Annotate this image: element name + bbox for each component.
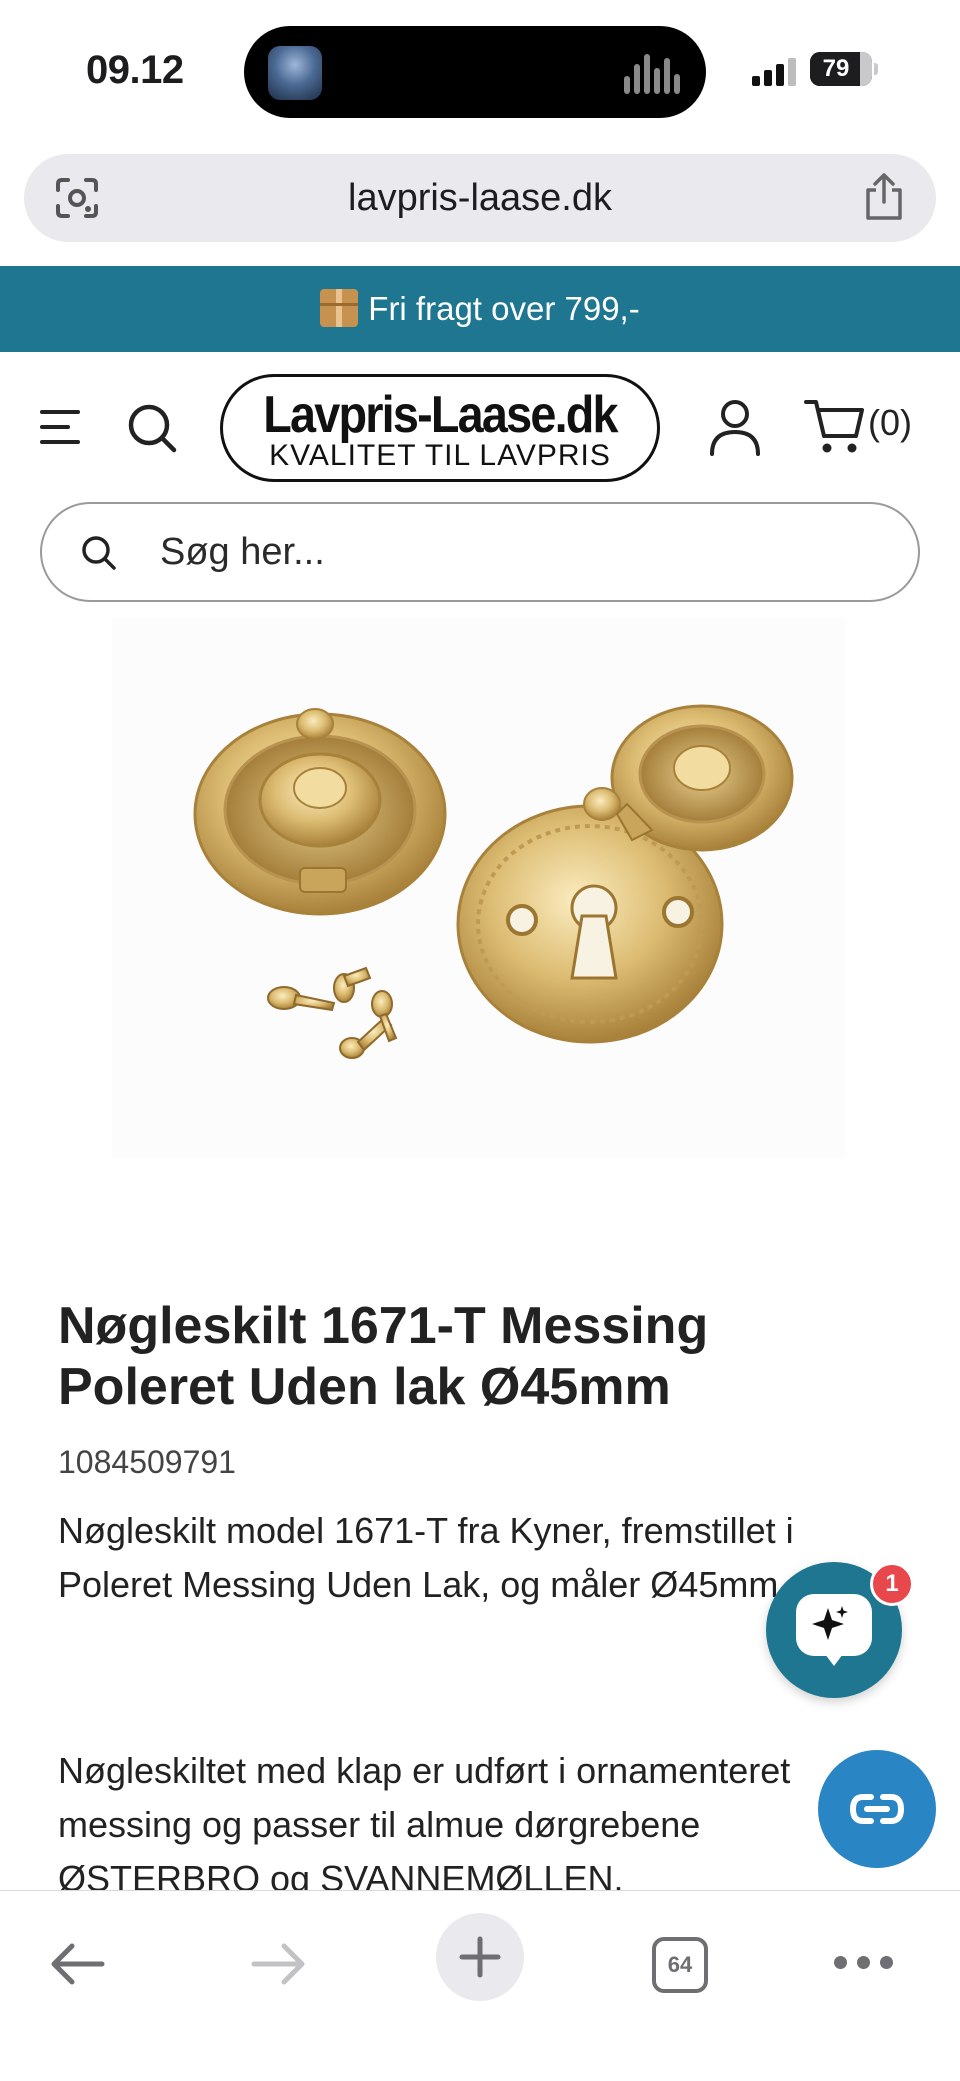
- audio-waveform-icon: [624, 54, 680, 94]
- search-input[interactable]: Søg her...: [40, 502, 920, 602]
- search-placeholder: Søg her...: [160, 531, 325, 573]
- cart-icon[interactable]: [804, 396, 866, 456]
- tabs-icon[interactable]: 64: [652, 1937, 708, 1993]
- promo-banner: Fri fragt over 799,-: [0, 266, 960, 352]
- chat-sparkle-icon: [812, 1606, 848, 1640]
- now-playing-artwork-icon: [268, 46, 322, 100]
- promo-banner-text: Fri fragt over 799,-: [368, 290, 640, 327]
- share-icon[interactable]: [862, 172, 906, 222]
- product-photo: [193, 704, 794, 1059]
- product-description-intro: Nøgleskilt model 1671-T fra Kyner, frems…: [58, 1510, 794, 1605]
- logo-title: Lavpris-Laase.dk: [263, 386, 618, 444]
- product-description-details: Nøgleskiltet med klap er udført i orname…: [58, 1750, 791, 1894]
- new-tab-button[interactable]: [436, 1913, 524, 2001]
- chat-bubble-tail: [822, 1650, 846, 1666]
- account-icon[interactable]: [708, 398, 762, 456]
- status-bar: 09.12 79: [0, 0, 960, 140]
- product-title: Nøgleskilt 1671-T Messing Poleret Uden l…: [58, 1297, 709, 1416]
- forward-arrow-icon[interactable]: [248, 1941, 308, 1987]
- plus-icon: [459, 1936, 501, 1978]
- link-icon: [849, 1794, 905, 1824]
- package-icon: [320, 289, 359, 327]
- product-image[interactable]: [112, 618, 846, 1158]
- back-arrow-icon[interactable]: [48, 1941, 108, 1987]
- more-icon[interactable]: [834, 1953, 894, 1973]
- search-icon[interactable]: [124, 400, 180, 456]
- menu-icon[interactable]: [40, 408, 84, 446]
- chat-notification-badge: 1: [870, 1562, 914, 1606]
- site-header: Lavpris-Laase.dk KVALITET TIL LAVPRIS (0…: [0, 352, 960, 502]
- address-bar[interactable]: lavpris-laase.dk: [24, 154, 936, 242]
- product-sku: 1084509791: [58, 1444, 236, 1480]
- search-field-icon: [82, 536, 116, 570]
- battery-icon: 79: [810, 52, 872, 86]
- status-time: 09.12: [86, 48, 184, 92]
- battery-nub: [874, 63, 878, 75]
- battery-level: 79: [822, 55, 850, 82]
- cart-count[interactable]: (0): [868, 402, 912, 444]
- promo-banner-line: Fri fragt over 799,-: [0, 266, 960, 352]
- url-text[interactable]: lavpris-laase.dk: [24, 154, 936, 242]
- logo-tagline: KVALITET TIL LAVPRIS: [269, 439, 611, 472]
- tab-count: 64: [667, 1952, 693, 1977]
- cellular-signal-icon: [752, 56, 798, 86]
- dynamic-island[interactable]: [244, 26, 706, 118]
- link-button[interactable]: [818, 1750, 936, 1868]
- visual-search-icon[interactable]: [54, 176, 100, 220]
- browser-toolbar: 64: [0, 1890, 960, 2081]
- site-logo[interactable]: Lavpris-Laase.dk KVALITET TIL LAVPRIS: [220, 374, 660, 482]
